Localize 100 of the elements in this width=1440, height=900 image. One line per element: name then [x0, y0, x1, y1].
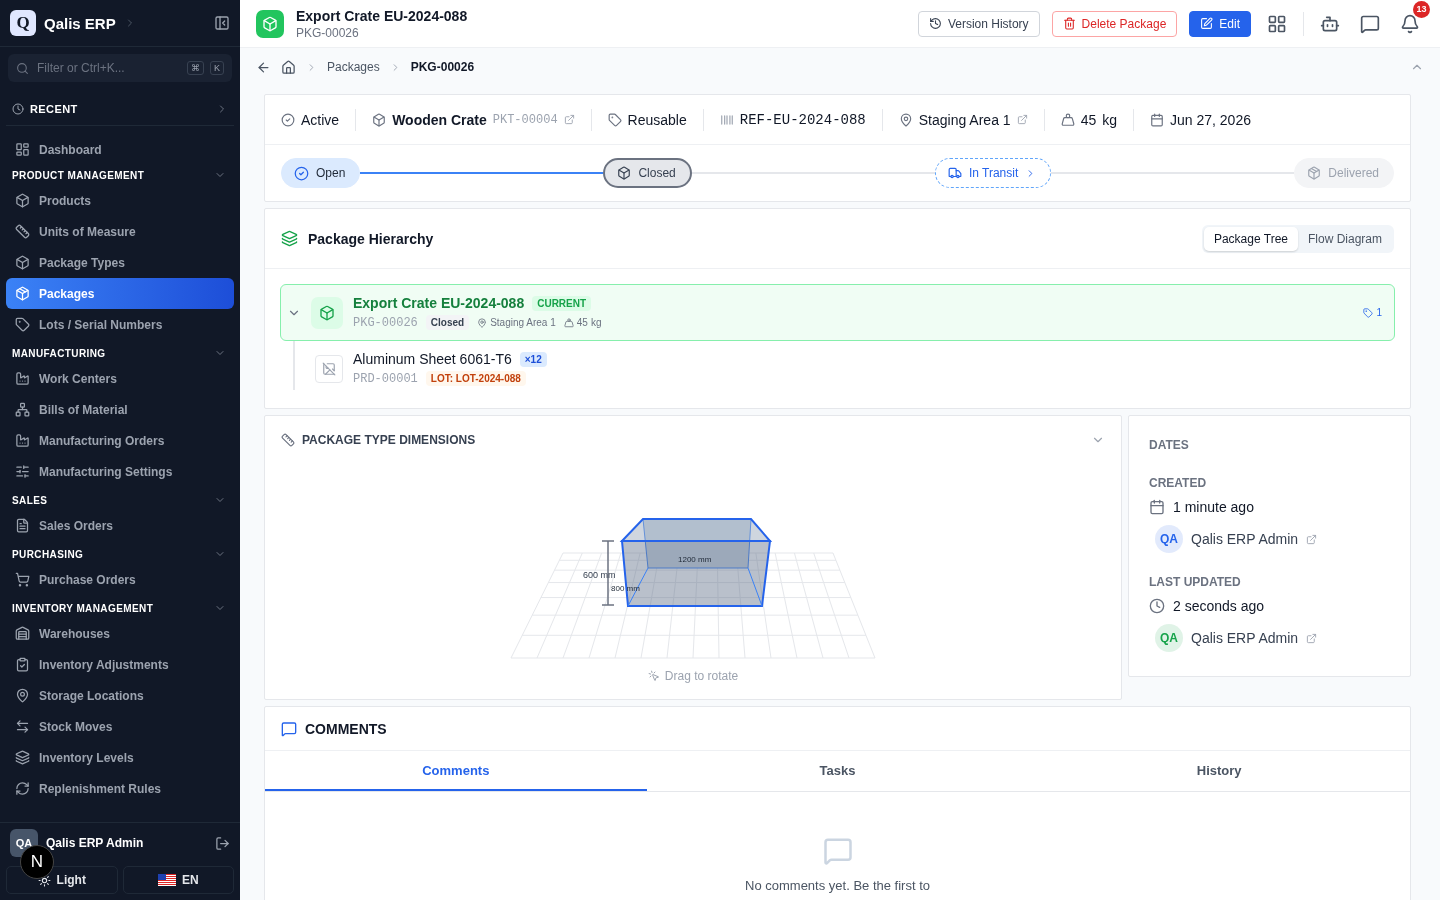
breadcrumb-link[interactable]: Packages: [327, 60, 380, 74]
lot-badge: LOT: LOT-2024-088: [425, 371, 526, 386]
nav-item[interactable]: Bills of Material: [6, 394, 234, 425]
nav-item[interactable]: Warehouses: [6, 618, 234, 649]
nav-item[interactable]: Manufacturing Orders: [6, 425, 234, 456]
section-header[interactable]: MANUFACTURING: [12, 347, 214, 359]
nav-icon: [15, 719, 30, 734]
weight-unit: kg: [1102, 111, 1117, 128]
nav-item[interactable]: Stock Moves: [6, 711, 234, 742]
trash-icon: [1062, 17, 1076, 30]
nav-icon: [15, 371, 30, 386]
info-value: Staging Area 1: [918, 111, 1011, 128]
node-name: Aluminum Sheet 6061-T6: [353, 351, 512, 367]
search-icon: [16, 61, 29, 75]
rotate-hint: Drag to rotate: [664, 669, 739, 683]
section-header[interactable]: INVENTORY MANAGEMENT: [12, 602, 214, 614]
map-pin-icon: [477, 317, 488, 328]
home-icon[interactable]: [281, 59, 296, 75]
comments-icon: [281, 720, 297, 737]
barcode-icon: [719, 112, 734, 127]
brand-name: Qalis ERP: [44, 14, 116, 32]
info-value: 45: [1080, 111, 1097, 128]
user-link[interactable]: Qalis ERP Admin: [1191, 531, 1299, 547]
quantity-badge: ×12: [519, 351, 547, 367]
check-circle-icon: [294, 165, 309, 181]
nav-icon: [15, 193, 30, 208]
node-code: PRD-00001: [353, 371, 418, 386]
view-tab[interactable]: Flow Diagram: [1298, 226, 1392, 251]
info-value: Active: [301, 111, 340, 128]
nav-item[interactable]: Work Centers: [6, 363, 234, 394]
nav-item[interactable]: Lots / Serial Numbers: [6, 309, 234, 340]
type-code: PKT-00004: [492, 112, 558, 127]
nav-icon: [15, 781, 30, 796]
tag-icon: [1363, 307, 1374, 318]
tree-node[interactable]: Export Crate EU-2024-088 CURRENT PKG-00026 Closed Staging Area 1 45 kg 1: [280, 284, 1395, 341]
language-button[interactable]: EN: [122, 866, 234, 894]
weight-unit: kg: [590, 317, 602, 328]
section-header[interactable]: PRODUCT MANAGEMENT: [12, 169, 214, 181]
page-title: Export Crate EU-2024-088: [296, 7, 469, 24]
height-label: 600 mm: [583, 570, 616, 580]
nav-item[interactable]: Storage Locations: [6, 680, 234, 711]
delete-button[interactable]: Delete Package: [1051, 10, 1178, 37]
card-title: DATES: [1149, 438, 1190, 452]
nav-icon: [15, 224, 30, 239]
nav-icon: [15, 402, 30, 417]
node-code: PKG-00026: [353, 315, 418, 330]
nav-icon: [15, 572, 30, 587]
nav-item[interactable]: Purchase Orders: [6, 564, 234, 595]
nav-item[interactable]: Units of Measure: [6, 216, 234, 247]
node-name: Export Crate EU-2024-088: [353, 295, 525, 311]
recent-label[interactable]: RECENT: [30, 102, 210, 115]
history-button[interactable]: Version History: [917, 10, 1040, 37]
breadcrumb-link[interactable]: PKG-00026: [410, 60, 475, 74]
info-value: Wooden Crate: [392, 111, 487, 128]
child-count: 1: [1376, 307, 1382, 318]
date-label: CREATED: [1149, 476, 1208, 490]
empty-message: No comments yet. Be the first to: [745, 878, 930, 893]
nav-item[interactable]: Replenishment Rules: [6, 773, 234, 804]
width-label: 1200 mm: [678, 555, 712, 564]
calendar-icon: [1149, 499, 1165, 515]
section-header[interactable]: SALES: [12, 494, 214, 506]
nav-icon: [15, 657, 30, 672]
nav-icon: [15, 464, 30, 479]
nav-item[interactable]: Sales Orders: [6, 510, 234, 541]
nav-item[interactable]: Packages: [6, 278, 234, 309]
nav-item[interactable]: Products: [6, 185, 234, 216]
collapse-sidebar-icon[interactable]: [214, 15, 230, 31]
status-step[interactable]: Open: [281, 158, 361, 188]
nav-icon: [15, 518, 30, 533]
nav-item[interactable]: Manufacturing Settings: [6, 456, 234, 487]
back-arrow-icon[interactable]: [256, 59, 271, 75]
nav-icon: [15, 750, 30, 765]
depth-label: 800 mm: [611, 584, 640, 593]
card-title: COMMENTS: [305, 720, 388, 737]
section-header[interactable]: PURCHASING: [12, 548, 214, 560]
box-icon: [372, 112, 387, 127]
logout-icon[interactable]: [215, 835, 230, 851]
theme-button[interactable]: Light: [6, 866, 118, 894]
status-step[interactable]: Closed: [603, 158, 692, 188]
tag-icon: [607, 112, 622, 127]
node-weight: 45: [576, 317, 588, 328]
broken-image-icon: [315, 354, 343, 383]
edit-button[interactable]: Edit: [1189, 10, 1251, 37]
nav-item[interactable]: Dashboard: [6, 134, 234, 165]
nav-item[interactable]: Package Types: [6, 247, 234, 278]
info-value: Jun 27, 2026: [1170, 111, 1251, 128]
edit-icon: [1200, 17, 1214, 30]
calendar-icon: [1150, 112, 1164, 127]
shortcut-key: ⌘: [187, 61, 204, 75]
nav-item[interactable]: Inventory Levels: [6, 742, 234, 773]
filter-box[interactable]: Filter or Ctrl+K... ⌘ K: [8, 54, 232, 82]
user-link[interactable]: Qalis ERP Admin: [1191, 630, 1299, 646]
user-avatar: QA: [1155, 525, 1183, 553]
status-step[interactable]: In Transit: [934, 158, 1052, 188]
node-location: Staging Area 1: [490, 317, 556, 328]
info-value: Reusable: [627, 111, 687, 128]
view-tab[interactable]: Package Tree: [1203, 226, 1298, 251]
nav-item[interactable]: Inventory Adjustments: [6, 649, 234, 680]
pointer-icon: [647, 670, 660, 682]
filter-field[interactable]: Filter or Ctrl+K...: [35, 60, 181, 76]
